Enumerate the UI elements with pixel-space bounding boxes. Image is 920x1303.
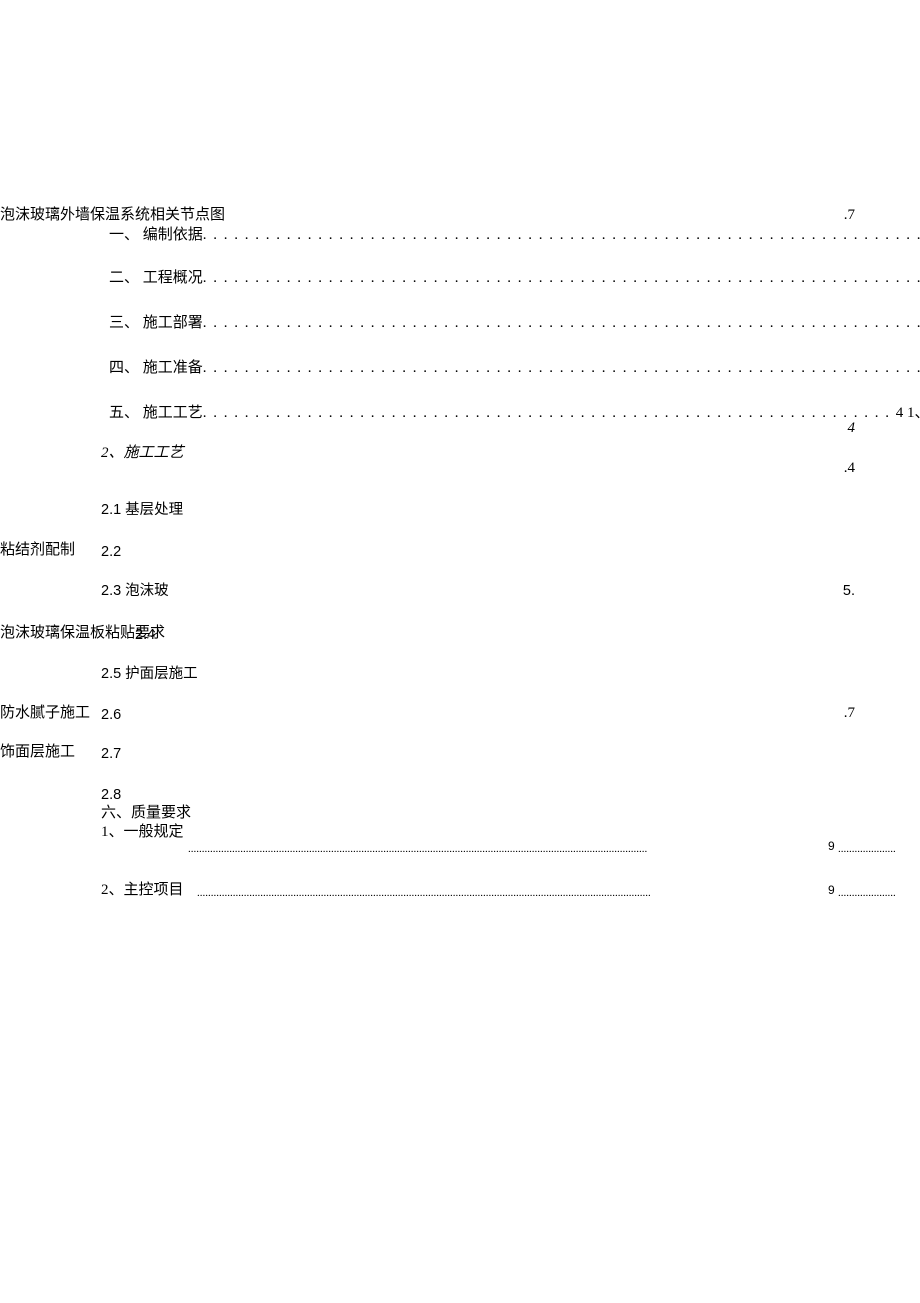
toc-2-2: 2.2: [101, 542, 121, 562]
toc-dots: . . . . . . . . . . . . . . . . . . . . …: [203, 405, 896, 421]
section-title: 泡沫玻璃外墙保温系统相关节点图: [0, 205, 225, 226]
toc-item-3: 三、 施工部署. . . . . . . . . . . . . . . . .…: [109, 313, 729, 334]
toc-dots: . . . . . . . . . . . . . . . . . . . . …: [203, 360, 920, 376]
toc5-page-right: 4: [848, 418, 856, 439]
toc-six-2-dots-tail: .....................: [838, 886, 920, 901]
toc-2-1: 2.1 基层处理: [101, 500, 183, 520]
toc-2-3-page: 5.: [843, 581, 855, 601]
toc-2-3: 2.3 泡沫玻: [101, 581, 169, 601]
toc-2-6-page: .7: [844, 703, 855, 724]
toc-six-1-dots-tail: .....................: [838, 842, 920, 857]
toc-six-1-page: 9: [828, 838, 835, 855]
toc-dots: . . . . . . . . . . . . . . . . . . . . …: [203, 227, 920, 243]
toc-label: 一、 编制依据: [109, 227, 203, 243]
toc-2-7: 2.7: [101, 744, 121, 764]
toc-six-2: 2、主控项目: [101, 880, 184, 901]
toc-dots: . . . . . . . . . . . . . . . . . . . . …: [203, 315, 920, 331]
toc-six-1-dots: ........................................…: [188, 842, 828, 857]
toc-item-5: 五、 施工工艺. . . . . . . . . . . . . . . . .…: [109, 403, 809, 424]
toc-2-5: 2.5 护面层施工: [101, 664, 198, 684]
toc-item-4: 四、 施工准备. . . . . . . . . . . . . . . . .…: [109, 358, 729, 379]
toc-item-2: 二、 工程概况. . . . . . . . . . . . . . . . .…: [109, 268, 729, 289]
toc-2-2-left: 粘结剂配制: [0, 540, 75, 561]
toc-2-6-left: 防水腻子施工: [0, 703, 90, 724]
document-page: 泡沫玻璃外墙保温系统相关节点图 .7 一、 编制依据. . . . . . . …: [0, 0, 920, 1303]
toc-label: 二、 工程概况: [109, 270, 203, 286]
toc-2-6: 2.6: [101, 705, 121, 725]
toc-six-2-dots: ........................................…: [197, 886, 828, 901]
toc-dots: . . . . . . . . . . . . . . . . . . . . …: [203, 270, 920, 286]
toc-item-1: 一、 编制依据. . . . . . . . . . . . . . . . .…: [109, 225, 729, 246]
toc-sub-2: 2、施工工艺: [101, 443, 184, 464]
toc-six-1: 1、一般规定: [101, 822, 184, 843]
toc-2-4-overlap: 2.4: [135, 625, 155, 645]
toc-six-2-page: 9: [828, 882, 835, 899]
toc-sub-2-page: .4: [844, 458, 855, 479]
toc-label: 四、 施工准备: [109, 360, 203, 376]
title-page: .7: [844, 205, 855, 226]
toc-page-mid: 4 1、工艺流程: [896, 405, 920, 421]
toc-2-7-left: 饰面层施工: [0, 742, 75, 763]
toc-six: 六、质量要求: [101, 803, 191, 824]
toc-label: 五、 施工工艺: [109, 405, 203, 421]
toc-label: 三、 施工部署: [109, 315, 203, 331]
